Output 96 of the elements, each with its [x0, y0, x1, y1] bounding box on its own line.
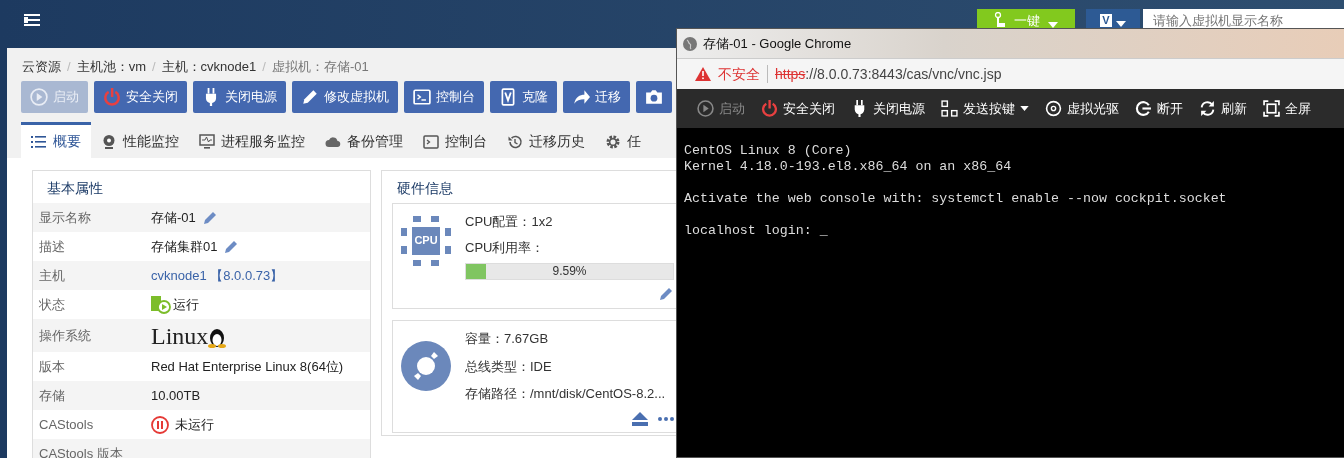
view-dropdown-button[interactable]: V: [1086, 9, 1140, 28]
terminal-line: localhost login: _: [684, 223, 829, 239]
refresh-icon: [1199, 100, 1216, 117]
camera-icon: [645, 88, 663, 106]
console-toolbar-button[interactable]: 安全关闭: [761, 98, 835, 119]
warning-icon: [695, 67, 711, 81]
property-label: 存储: [39, 386, 66, 405]
tab[interactable]: 概要: [21, 122, 91, 158]
console-toolbar-button[interactable]: 全屏: [1263, 98, 1311, 119]
disk-bus-type: 总线类型：IDE: [465, 357, 553, 376]
webcam-icon: [101, 133, 117, 150]
cpu-icon: [401, 216, 451, 266]
search-field[interactable]: 请输入虚拟机显示名称: [1143, 9, 1344, 28]
tab[interactable]: 进程服务监控: [189, 122, 315, 158]
console-toolbar-button[interactable]: 发送按键: [941, 98, 1029, 119]
property-label: 显示名称: [39, 208, 92, 227]
console-icon: [413, 88, 431, 106]
caret-icon: [1020, 106, 1029, 111]
property-label: 状态: [39, 295, 66, 314]
property-value: Red Hat Enterprise Linux 8(64位): [151, 357, 344, 376]
status-text: 运行: [173, 295, 199, 314]
breadcrumb-current: 虚拟机：存储-01: [271, 58, 369, 76]
property-value: 存储-01: [151, 208, 196, 227]
globe-icon: [683, 36, 697, 51]
more-icon[interactable]: [658, 416, 674, 421]
running-icon: [151, 295, 171, 314]
tab[interactable]: 控制台: [413, 122, 497, 158]
edit-icon[interactable]: [658, 286, 674, 302]
console-toolbar-button[interactable]: 刷新: [1199, 98, 1247, 119]
section-title: 硬件信息: [396, 179, 454, 198]
tab[interactable]: 性能监控: [91, 122, 189, 158]
edit-icon[interactable]: [201, 209, 218, 226]
toolbar-button[interactable]: 克隆: [490, 81, 557, 113]
power-icon: [103, 88, 121, 106]
disk-path: 存储路径：/mnt/disk/CentOS-8.2...: [465, 385, 667, 403]
console-toolbar-button[interactable]: 关闭电源: [851, 98, 925, 119]
toolbar-button[interactable]: [636, 81, 672, 113]
toolbar-button[interactable]: 关闭电源: [193, 81, 286, 113]
gear-icon: [605, 133, 621, 150]
property-label: 主机: [39, 266, 66, 285]
arrow-icon: [572, 88, 590, 106]
toolbar-button[interactable]: 控制台: [404, 81, 484, 113]
console-toolbar-button[interactable]: 断开: [1135, 98, 1183, 119]
toolbar-button[interactable]: 修改虚拟机: [292, 81, 398, 113]
console-toolbar-button[interactable]: 虚拟光驱: [1045, 98, 1119, 119]
section-title: 基本属性: [46, 179, 104, 198]
console-icon: [423, 133, 439, 150]
eject-icon[interactable]: [632, 411, 648, 426]
touch-icon: [994, 12, 1006, 28]
list-icon: [31, 133, 47, 150]
breadcrumb-separator: /: [151, 58, 156, 76]
property-label: 描述: [39, 237, 66, 256]
play-icon: [30, 88, 48, 106]
terminal-line: CentOS Linux 8 (Core): [684, 143, 853, 159]
toolbar-button[interactable]: 迁移: [563, 81, 630, 113]
property-label: CAStools: [39, 415, 95, 434]
tab[interactable]: 任: [595, 122, 651, 158]
cpu-usage-label: CPU利用率：: [465, 238, 546, 257]
monitor-icon: [199, 133, 215, 150]
tab[interactable]: 迁移历史: [497, 122, 595, 158]
disc-icon: [1045, 100, 1062, 117]
menu-icon[interactable]: [24, 14, 40, 26]
play-icon: [697, 100, 714, 117]
security-label: 不安全: [718, 64, 760, 84]
toolbar-button[interactable]: 安全关闭: [94, 81, 187, 113]
breadcrumb-link[interactable]: 云资源: [22, 57, 61, 81]
breadcrumb-link[interactable]: 主机池：vm: [76, 57, 146, 81]
cpu-config: CPU配置：1x2: [465, 213, 554, 231]
status-text: 未运行: [175, 415, 214, 434]
disk-capacity: 容量：7.67GB: [465, 330, 550, 348]
paused-icon: [151, 415, 169, 434]
url-text: https://8.0.0.73:8443/cas/vnc/vnc.jsp: [775, 64, 1002, 84]
disconnect-icon: [1135, 100, 1152, 117]
breadcrumb-link[interactable]: 主机：cvknode1: [161, 57, 257, 81]
pencil-icon: [301, 88, 319, 106]
window-title: 存储-01 - Google Chrome: [703, 34, 852, 53]
edit-icon[interactable]: [223, 238, 240, 255]
host-link[interactable]: cvknode1 【8.0.0.73】: [151, 265, 284, 286]
tab[interactable]: 备份管理: [315, 122, 413, 158]
property-value: 存储集群01: [151, 237, 218, 256]
power-icon: [761, 100, 778, 117]
fullscreen-icon: [1263, 100, 1280, 117]
clone-icon: [499, 88, 517, 106]
terminal-line: Activate the web console with: systemctl enable --now cockpit.socket: [684, 191, 1228, 207]
breadcrumb-separator: /: [262, 58, 266, 76]
os-logo: Linux: [151, 323, 209, 348]
history-icon: [507, 133, 523, 150]
disc-icon: [401, 341, 451, 391]
property-value: 10.00TB: [151, 386, 201, 405]
progress-reading: 9.59%: [551, 264, 588, 279]
keys-icon: [941, 100, 958, 117]
property-label: 操作系统: [39, 326, 92, 345]
cpu-label: CPU: [413, 233, 439, 247]
breadcrumb-separator: /: [67, 58, 71, 76]
property-label: 版本: [39, 357, 66, 376]
terminal-line: Kernel 4.18.0-193.el8.x86_64 on an x86_64: [684, 159, 1013, 175]
